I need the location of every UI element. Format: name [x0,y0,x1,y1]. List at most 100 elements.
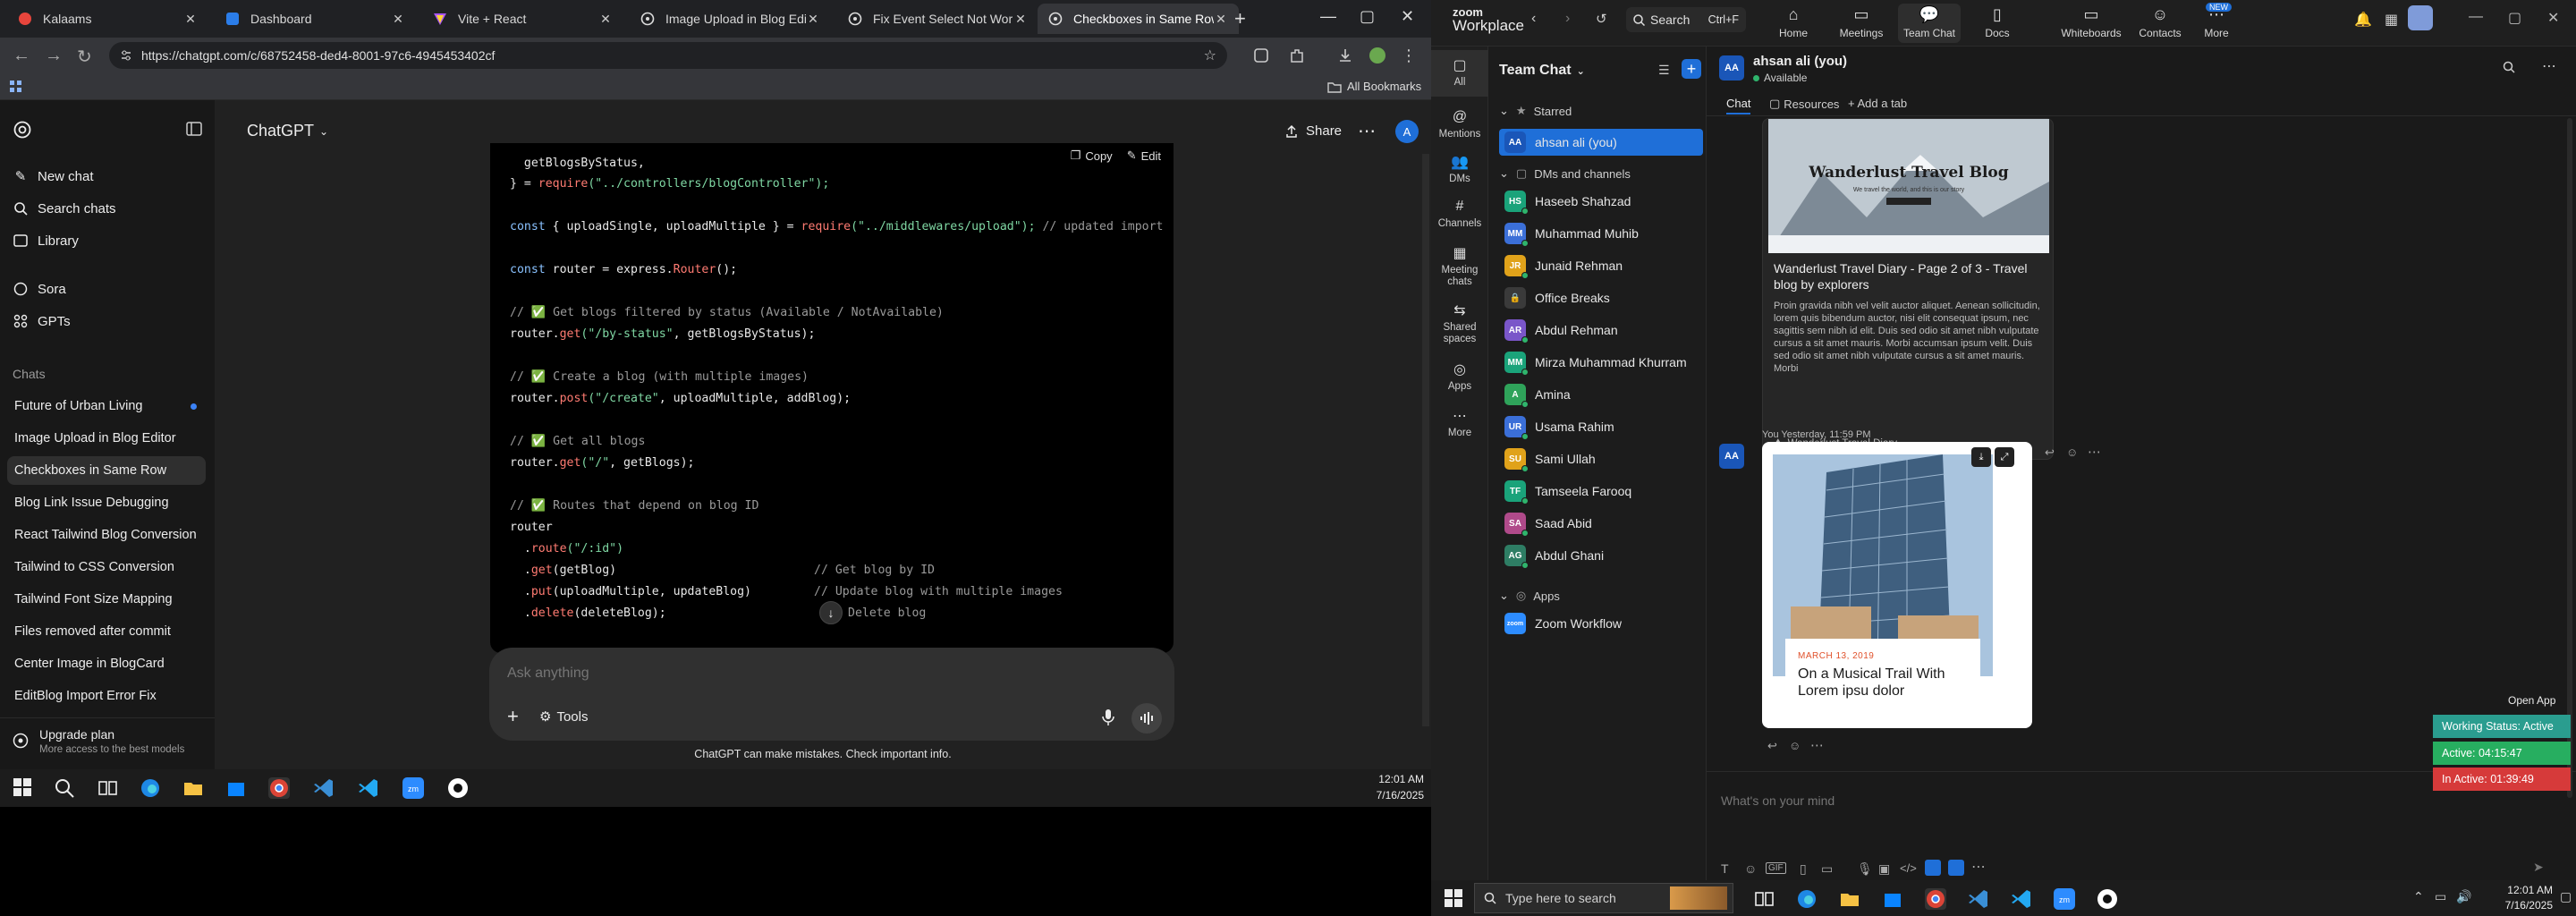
rail-item-meeting-chats[interactable]: ▦ Meeting chats [1431,238,1488,288]
upgrade-plan-button[interactable]: Upgrade plan More access to the best mod… [0,717,215,769]
reply-icon[interactable]: ↩ [1767,739,1777,753]
conversation-row[interactable]: AR Abdul Rehman [1499,317,1703,344]
starred-section[interactable]: ⌄ ★ Starred [1499,104,1572,118]
sora-button[interactable]: Sora [13,281,66,297]
scroll-down-arrow-icon[interactable]: ↓ [819,601,843,624]
vscode-icon[interactable] [2011,888,2032,910]
rail-item-more[interactable]: ⋯ More [1431,401,1488,438]
maximize-icon[interactable]: ▢ [1360,7,1375,26]
openai-logo-icon[interactable] [13,120,32,140]
conversation-row[interactable]: A Amina [1499,381,1703,408]
voice-mode-icon[interactable] [1131,703,1162,734]
conversation-row[interactable]: UR Usama Rahim [1499,413,1703,440]
chat-tab-resources[interactable]: ▢ Resources [1769,97,1839,111]
calendar-icon[interactable]: ▦ [2385,11,2398,29]
tab-close-icon[interactable]: ✕ [391,12,405,27]
link-preview-card[interactable]: Wanderlust Travel Blog We travel the wor… [1762,118,2054,460]
add-tab-button[interactable]: + Add a tab [1848,97,1907,110]
tab-close-icon[interactable]: ✕ [1214,12,1228,27]
zoom-app-shortcut-icon[interactable] [1925,860,1941,876]
filter-icon[interactable]: ☰ [1658,63,1670,78]
forward-arrow-icon[interactable]: → [45,46,63,66]
zoom-app-icon[interactable]: zm [2054,888,2075,910]
network-icon[interactable]: ▭ [2435,889,2446,904]
message-input[interactable] [507,662,1133,685]
text-format-icon[interactable]: T [1721,861,1729,876]
edge-icon[interactable] [140,777,161,799]
microphone-icon[interactable]: 🎙 [1857,861,1873,877]
tray-chevron-icon[interactable]: ⌃ [2413,889,2424,904]
chat-scrollbar[interactable] [2567,118,2572,798]
more-dots-icon[interactable]: ⋯ [1810,737,1824,753]
file-icon[interactable]: ▯ [1800,861,1807,877]
chat-item[interactable]: Blog Link Issue Debugging [7,488,206,517]
vscode-blue-icon[interactable] [313,777,335,799]
code-snippet-icon[interactable]: </> [1900,861,1917,875]
chat-item[interactable]: Files removed after commit [7,617,206,646]
gif-icon[interactable]: GIF [1766,862,1786,874]
search-icon[interactable] [54,777,75,799]
rail-item-dms[interactable]: 👥 DMs [1431,147,1488,184]
zoom-tab-docs[interactable]: ▯ Docs [1966,5,2029,40]
chat-item[interactable]: React Tailwind Blog Conversion [7,521,206,549]
chrome-icon[interactable] [268,777,290,799]
windows-start-icon[interactable] [1444,888,1465,910]
download-icon[interactable] [1336,47,1354,64]
more-dots-icon[interactable]: ⋯ [2088,444,2101,460]
more-dots-icon[interactable]: ⋯ [1971,858,1986,876]
bell-icon[interactable]: 🔔 [2354,11,2372,29]
plus-icon[interactable]: + [507,705,519,728]
video-message-icon[interactable]: ▣ [1878,861,1890,877]
open-app-link[interactable]: Open App [2508,694,2555,707]
new-chat-button[interactable]: ✎ New chat [13,168,94,185]
vscode-blue-icon[interactable] [1968,888,1989,910]
close-window-icon[interactable]: ✕ [2547,9,2559,27]
gpts-button[interactable]: GPTs [13,313,71,329]
task-view-icon[interactable] [1753,888,1775,910]
zoom-meeting-shortcut-icon[interactable] [1948,860,1964,876]
store-icon[interactable] [225,777,247,799]
file-explorer-icon[interactable] [182,777,204,799]
send-icon[interactable]: ➤ [2533,860,2544,875]
chrome-icon[interactable] [1925,888,1946,910]
back-chevron-icon[interactable]: ‹ [1531,11,1536,27]
chat-item-active[interactable]: Checkboxes in Same Row [7,456,206,485]
puzzle-extensions-icon[interactable] [1288,47,1306,64]
tracker-app-icon[interactable] [447,777,469,799]
bookmark-star-icon[interactable]: ☆ [1204,47,1216,64]
more-dots-icon[interactable]: ⋯ [2542,57,2556,75]
site-info-icon[interactable] [120,49,132,62]
conversation-row[interactable]: SU Sami Ullah [1499,445,1703,472]
minimize-icon[interactable]: — [2469,9,2483,25]
task-view-icon[interactable] [97,777,118,799]
zoom-message-input[interactable] [1721,790,2526,811]
image-message-card[interactable]: MARCH 13, 2019 On a Musical Trail With L… [1762,442,2032,728]
rail-item-shared-spaces[interactable]: ⇆ Shared spaces [1431,295,1488,345]
emoji-icon[interactable]: ☺ [2066,445,2078,459]
copy-code-button[interactable]: ❐ Copy [1071,148,1113,163]
conversation-row[interactable]: AG Abdul Ghani [1499,542,1703,569]
extension-icon[interactable] [1252,47,1270,64]
chat-tab-chat[interactable]: Chat [1726,97,1751,114]
chat-item[interactable]: EditBlog Import Error Fix [7,682,206,710]
conversation-row[interactable]: TF Tamseela Farooq [1499,478,1703,505]
tab-close-icon[interactable]: ✕ [183,12,198,27]
tab-close-icon[interactable]: ✕ [1013,12,1028,27]
zoom-search-box[interactable]: Search Ctrl+F [1626,7,1746,32]
library-button[interactable]: Library [13,233,79,249]
model-selector[interactable]: ChatGPT ⌄ [247,122,328,140]
conversation-row[interactable]: JR Junaid Rehman [1499,252,1703,279]
more-options-icon[interactable]: ⋯ [1358,120,1376,142]
zoom-tab-whiteboards[interactable]: ▭ Whiteboards [2048,5,2134,40]
download-icon[interactable]: ⤓ [1971,447,1991,467]
browser-tab-vite-react[interactable]: Vite + React ✕ [422,4,623,34]
back-arrow-icon[interactable]: ← [13,46,30,66]
search-icon[interactable] [2503,61,2515,73]
edge-icon[interactable] [1796,888,1818,910]
all-bookmarks-folder[interactable]: All Bookmarks [1327,80,1421,93]
expand-icon[interactable]: ⤢ [1995,447,2014,467]
emoji-icon[interactable]: ☺ [1789,739,1801,752]
chat-header-name[interactable]: ahsan ali (you) [1753,54,1847,69]
close-window-icon[interactable]: ✕ [1401,7,1414,26]
compose-plus-button[interactable]: + [1682,59,1701,79]
